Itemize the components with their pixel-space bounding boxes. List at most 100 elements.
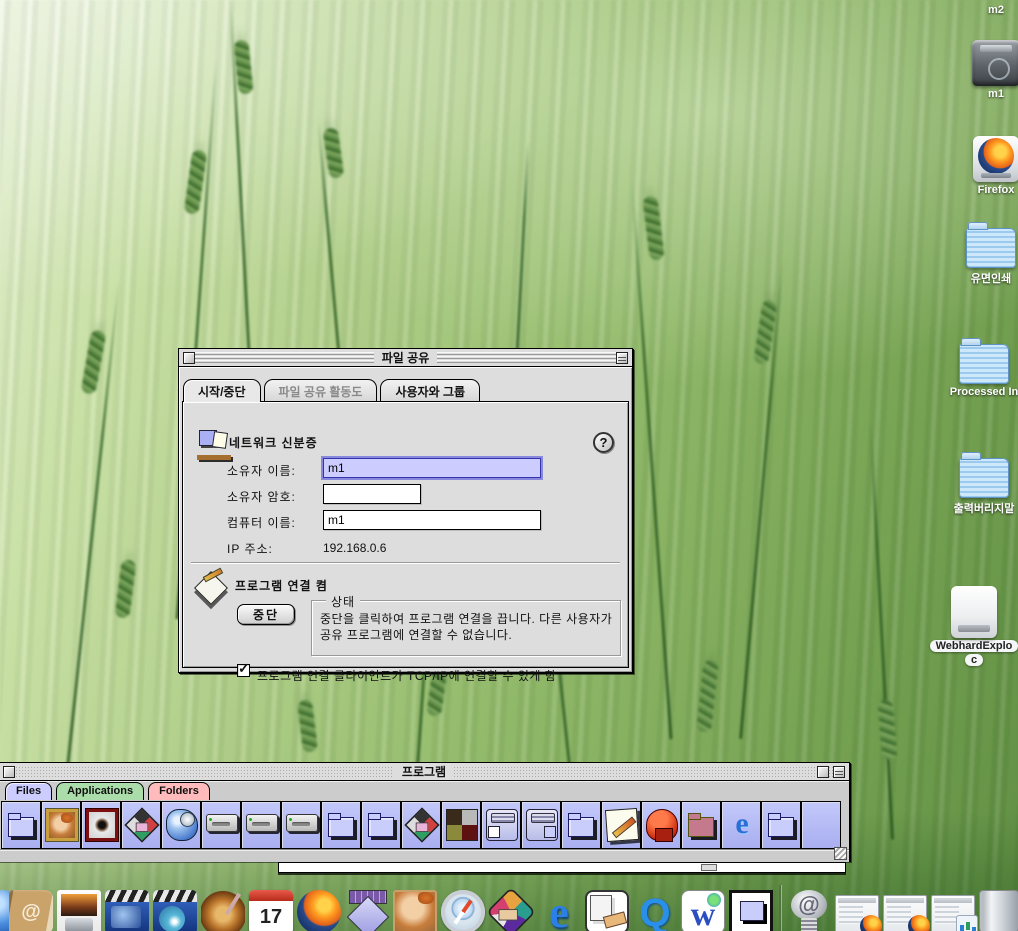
firefox-icon[interactable] bbox=[296, 889, 342, 931]
quicktime-icon: Q bbox=[633, 890, 677, 931]
collapse-box-icon[interactable] bbox=[833, 766, 845, 778]
red-creature-icon bbox=[646, 809, 678, 841]
tab-files[interactable]: Files bbox=[5, 782, 52, 800]
eye-icon bbox=[86, 809, 118, 841]
launcher-button-folder-icon[interactable] bbox=[561, 801, 601, 849]
diamond-app-icon bbox=[345, 890, 389, 931]
firefox-badge-icon bbox=[860, 915, 882, 931]
stop-button[interactable]: 중단 bbox=[237, 604, 295, 625]
folder-icon bbox=[959, 458, 1009, 498]
launcher-button-textures-icon[interactable] bbox=[441, 801, 481, 849]
launcher-button-folder-icon[interactable] bbox=[761, 801, 801, 849]
partial-orb-icon[interactable] bbox=[0, 889, 6, 931]
tab-folders[interactable]: Folders bbox=[148, 782, 210, 800]
folder-icon bbox=[766, 809, 798, 841]
launcher-button-red-folder-icon[interactable] bbox=[681, 801, 721, 849]
launcher-button-eye-icon[interactable] bbox=[81, 801, 121, 849]
desktop-icon-chullyeok[interactable]: 출력버리지말 bbox=[938, 458, 1018, 516]
tab-users-groups[interactable]: 사용자와 그룹 bbox=[380, 379, 480, 402]
mail-spring-icon[interactable] bbox=[786, 889, 832, 931]
desktop-icon-ProcessedIn[interactable]: Processed In bbox=[938, 344, 1018, 398]
launcher-button-folder-icon[interactable] bbox=[1, 801, 41, 849]
resize-grip-icon[interactable] bbox=[834, 847, 847, 860]
classic-framed-folder-icon bbox=[729, 890, 773, 931]
desktop-icon-WebhardExplo[interactable]: WebhardExploc bbox=[928, 586, 1018, 666]
kaleidoscope-icon[interactable] bbox=[488, 889, 534, 931]
address-book-icon[interactable]: @ bbox=[8, 889, 54, 931]
launcher-button-internet-explorer-icon[interactable]: e bbox=[721, 801, 761, 849]
webhard-icon[interactable]: w bbox=[680, 889, 726, 931]
launcher-button-compressor-icon[interactable] bbox=[521, 801, 561, 849]
launcher-button-red-creature-icon[interactable] bbox=[641, 801, 681, 849]
ip-address-value: 192.168.0.6 bbox=[323, 538, 386, 558]
white-drive-icon bbox=[951, 586, 997, 638]
launcher-buttons: e bbox=[1, 801, 841, 849]
graphic-converter-icon bbox=[393, 890, 437, 931]
owner-name-label: 소유자 이름: bbox=[227, 460, 296, 480]
tcpip-checkbox[interactable] bbox=[237, 664, 250, 677]
desktop-icon-label: m1 bbox=[950, 88, 1018, 100]
graphic-converter-icon[interactable] bbox=[392, 889, 438, 931]
trash-icon[interactable] bbox=[978, 889, 1018, 931]
launcher-window: 프로그램 Files Applications Folders e bbox=[0, 762, 850, 861]
internet-explorer-icon[interactable]: e bbox=[536, 889, 582, 931]
status-legend: 상태 bbox=[326, 593, 360, 610]
launcher-button-hard-drive-icon[interactable] bbox=[281, 801, 321, 849]
tab-pane: 네트워크 신분증 ? 소유자 이름: 소유자 암호: 컴퓨터 이름: IP 주소… bbox=[182, 401, 629, 668]
minimized-window-firefox[interactable] bbox=[834, 889, 880, 931]
tab-start-stop[interactable]: 시작/중단 bbox=[183, 379, 261, 402]
minimized-window-chart[interactable] bbox=[930, 889, 976, 931]
iphoto-icon bbox=[57, 890, 101, 931]
file-sharing-titlebar[interactable]: 파일 공유 bbox=[179, 349, 632, 367]
launcher-button-folder-icon[interactable] bbox=[361, 801, 401, 849]
launcher-button-compressor-icon[interactable] bbox=[481, 801, 521, 849]
windowshade-box-icon[interactable] bbox=[616, 352, 628, 364]
tab-applications[interactable]: Applications bbox=[56, 782, 144, 800]
classic-framed-folder-icon[interactable] bbox=[728, 889, 774, 931]
launcher-button-hard-drive-icon[interactable] bbox=[201, 801, 241, 849]
launcher-button-graphics-app-icon[interactable] bbox=[401, 801, 441, 849]
desktop-icon-yumeoninswae[interactable]: 유면인쇄 bbox=[945, 228, 1018, 286]
divider bbox=[191, 562, 620, 564]
folder-icon bbox=[966, 228, 1016, 268]
idvd-icon[interactable] bbox=[152, 889, 198, 931]
close-box-icon[interactable] bbox=[3, 766, 15, 778]
launcher-button-note-pencil-icon[interactable] bbox=[601, 801, 641, 849]
launcher-titlebar[interactable]: 프로그램 bbox=[0, 763, 849, 781]
status-groupbox: 상태 중단을 클릭하여 프로그램 연결을 끕니다. 다른 사용자가 공유 프로그… bbox=[311, 600, 621, 656]
ical-icon[interactable]: 17 bbox=[248, 889, 294, 931]
launcher-tabs: Files Applications Folders bbox=[5, 782, 210, 800]
firefox-badge-icon bbox=[908, 915, 930, 931]
owner-password-input[interactable] bbox=[323, 484, 421, 504]
close-box-icon[interactable] bbox=[183, 352, 195, 364]
desktop-icon-Firefox[interactable]: Firefox bbox=[950, 136, 1018, 196]
launcher-title: 프로그램 bbox=[394, 764, 454, 780]
tab-activity: 파일 공유 활동도 bbox=[264, 379, 378, 402]
folder-icon bbox=[566, 809, 598, 841]
help-button[interactable]: ? bbox=[593, 432, 614, 453]
desktop-icon-label: Processed In bbox=[938, 386, 1018, 398]
program-linking-icon bbox=[193, 570, 229, 610]
collapsed-window-bar[interactable] bbox=[278, 862, 846, 873]
launcher-button-blue-camera-icon[interactable] bbox=[161, 801, 201, 849]
safari-icon[interactable] bbox=[440, 889, 486, 931]
folder-icon bbox=[326, 809, 358, 841]
imovie-icon[interactable] bbox=[104, 889, 150, 931]
diamond-app-icon[interactable] bbox=[344, 889, 390, 931]
desktop-icon-m1[interactable]: m1 bbox=[950, 40, 1018, 100]
minimized-window-firefox[interactable] bbox=[882, 889, 928, 931]
quicktime-icon[interactable]: Q bbox=[632, 889, 678, 931]
print-center-icon[interactable] bbox=[584, 889, 630, 931]
computer-name-input[interactable] bbox=[323, 510, 541, 530]
chart-badge-icon bbox=[956, 915, 978, 931]
zoom-box-icon[interactable] bbox=[817, 766, 829, 778]
owner-name-input[interactable] bbox=[323, 458, 541, 478]
launcher-button-folder-icon[interactable] bbox=[321, 801, 361, 849]
launcher-button-graphics-app-icon[interactable] bbox=[121, 801, 161, 849]
launcher-button-hard-drive-icon[interactable] bbox=[241, 801, 281, 849]
desktop-icon-m2[interactable]: m2 bbox=[950, 2, 1018, 16]
launcher-button-venus-painting-icon[interactable] bbox=[41, 801, 81, 849]
iphoto-icon[interactable] bbox=[56, 889, 102, 931]
garageband-icon[interactable] bbox=[200, 889, 246, 931]
window-title: 파일 공유 bbox=[374, 350, 438, 366]
